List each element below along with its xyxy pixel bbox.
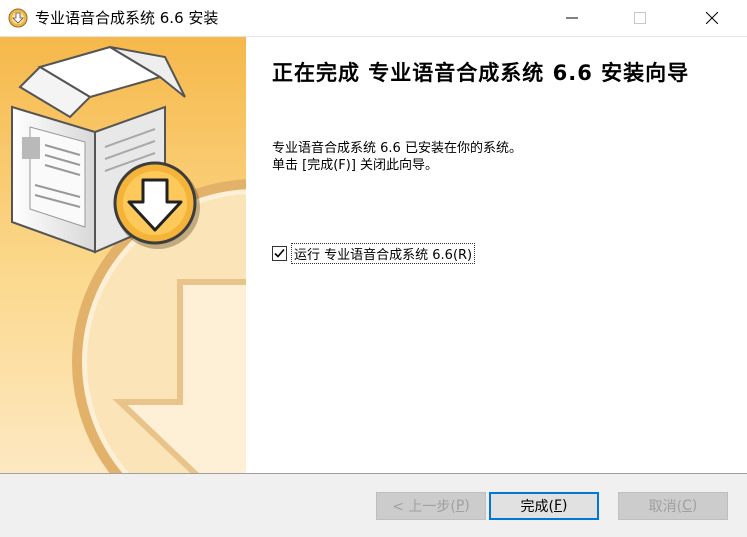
title-bar: 专业语音合成系统 6.6 安装 [0, 0, 747, 37]
minimize-icon [566, 17, 578, 19]
finish-hint: 单击 [完成(F)] 关闭此向导。 [272, 158, 439, 173]
run-program-option[interactable]: 运行 专业语音合成系统 6.6(R) [272, 242, 476, 264]
window-title: 专业语音合成系统 6.6 安装 [35, 9, 219, 27]
close-button[interactable] [689, 0, 735, 36]
finish-button-label-end: ) [562, 498, 568, 514]
cancel-button-label: 取消( [648, 499, 683, 515]
finish-button-label: 完成( [520, 499, 554, 515]
back-button-accelerator: P [455, 498, 465, 514]
installed-message: 专业语音合成系统 6.6 已安装在你的系统。 [272, 141, 522, 156]
back-button: < 上一步(P) [376, 492, 486, 520]
checkmark-icon [274, 248, 285, 258]
installer-box-download-illustration [0, 37, 246, 473]
wizard-banner [0, 37, 246, 473]
page-heading: 正在完成 专业语音合成系统 6.6 安装向导 [272, 61, 690, 85]
finish-button[interactable]: 完成(F) [489, 492, 599, 520]
completion-message: 专业语音合成系统 6.6 已安装在你的系统。 单击 [完成(F)] 关闭此向导。 [272, 140, 732, 174]
finish-button-accelerator: F [553, 498, 563, 514]
close-icon [706, 12, 718, 24]
run-program-checkbox[interactable] [272, 245, 287, 261]
maximize-icon [634, 12, 646, 24]
cancel-button-accelerator: C [682, 498, 692, 514]
back-button-label: < 上一步( [392, 499, 456, 515]
installer-disc-icon [8, 8, 28, 28]
cancel-button-label-end: ) [691, 498, 698, 514]
back-button-label-end: ) [464, 498, 470, 514]
minimize-button[interactable] [549, 0, 595, 36]
cancel-button: 取消(C) [618, 492, 728, 520]
run-program-label[interactable]: 运行 专业语音合成系统 6.6(R) [291, 242, 476, 264]
maximize-button [617, 0, 663, 36]
